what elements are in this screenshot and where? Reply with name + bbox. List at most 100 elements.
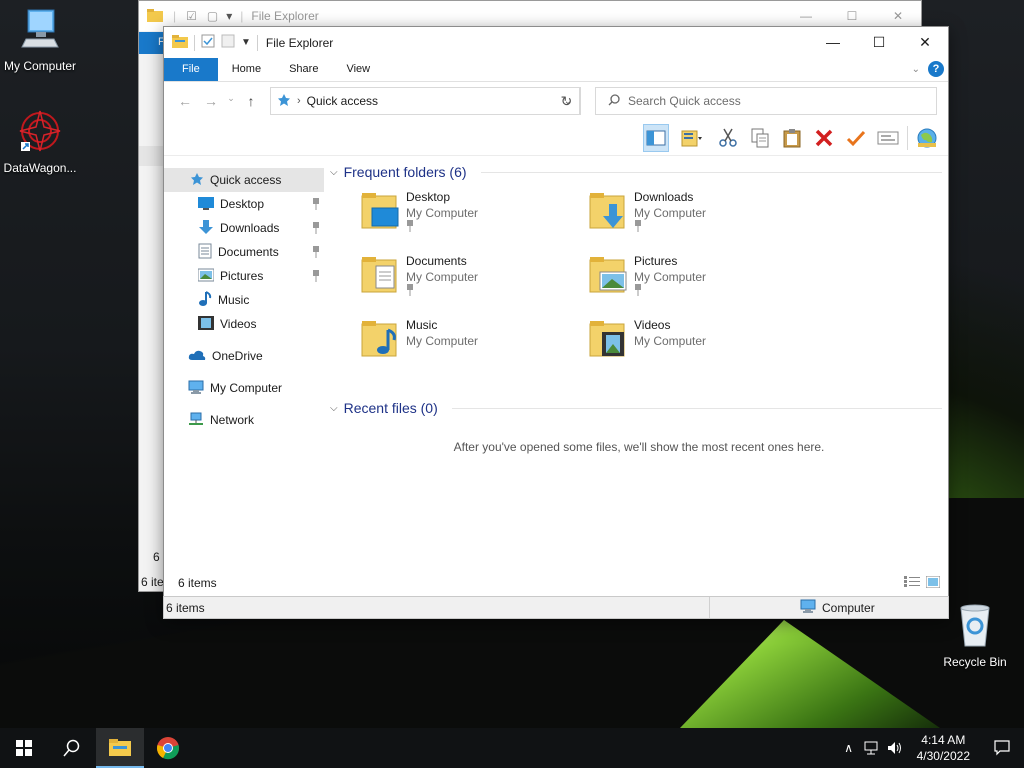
system-tray: ∧ 4:14 AM 4/30/2022 (839, 728, 1024, 768)
computer-icon (188, 380, 204, 397)
pin-icon[interactable] (312, 222, 320, 237)
help-icon[interactable]: ? (928, 61, 944, 77)
zone-label: Computer (822, 600, 875, 615)
paste-icon[interactable] (779, 124, 805, 152)
status-item-count: 6 ite (141, 575, 164, 589)
folder-icon (172, 34, 188, 51)
maximize-button[interactable]: ☐ (856, 27, 902, 57)
pin-icon[interactable] (406, 220, 478, 235)
frequent-folders-header[interactable]: ⌵ Frequent folders (6) (330, 160, 948, 184)
desktop-icon-label: Recycle Bin (943, 655, 1007, 669)
qat-dropdown-icon: ▾ (226, 9, 233, 23)
notifications-icon[interactable] (980, 740, 1024, 756)
file-explorer-window[interactable]: ▼ File Explorer — ☐ ✕ File Home Share Vi… (163, 26, 949, 619)
recent-locations-icon[interactable]: ⌄ (224, 93, 238, 109)
pin-icon[interactable] (312, 198, 320, 213)
nav-item-label: Music (218, 293, 250, 307)
nav-item-label: OneDrive (212, 349, 263, 363)
taskbar-file-explorer[interactable] (96, 728, 144, 768)
nav-item-music[interactable]: Music (164, 288, 324, 312)
quick-access-star-icon (190, 172, 204, 189)
network-globe-icon[interactable] (914, 124, 940, 152)
taskbar-chrome[interactable] (144, 728, 192, 768)
expand-ribbon-icon[interactable]: ⌄ (912, 64, 920, 75)
nav-item-documents[interactable]: Documents (164, 240, 324, 264)
folder-item-downloads[interactable]: Downloads My Computer (588, 190, 816, 254)
network-status-icon[interactable] (859, 741, 883, 755)
computer-icon (0, 8, 80, 55)
tab-home[interactable]: Home (218, 58, 275, 81)
nav-item-label: Pictures (220, 269, 264, 283)
address-row: ← → ⌄ ↑ › Quick access ⌄ ↻ Search Quick … (164, 82, 948, 120)
cloud-icon (188, 349, 206, 364)
file-explorer-icon (109, 739, 131, 756)
tab-share[interactable]: Share (275, 58, 332, 81)
tab-file[interactable]: File (164, 58, 218, 81)
recent-files-header[interactable]: ⌵ Recent files (0) (330, 396, 948, 420)
back-button[interactable]: ← (172, 93, 198, 109)
close-button[interactable]: ✕ (902, 27, 948, 57)
large-icons-view-icon[interactable] (925, 575, 941, 591)
ribbon-tabs: File Home Share View ⌄ ? (164, 58, 948, 82)
copy-icon[interactable] (747, 124, 773, 152)
start-button[interactable] (0, 728, 48, 768)
pin-icon[interactable] (406, 284, 478, 299)
status-item-count: 6 items (178, 576, 217, 590)
nav-item-my-computer[interactable]: My Computer (164, 376, 324, 400)
properties-icon[interactable] (201, 34, 215, 51)
folder-item-videos[interactable]: Videos My Computer (588, 318, 816, 382)
nav-item-onedrive[interactable]: OneDrive (164, 344, 324, 368)
folder-location: My Computer (634, 206, 707, 220)
desktop-folder-icon (198, 196, 214, 213)
nav-item-pictures[interactable]: Pictures (164, 264, 324, 288)
minimize-button[interactable]: — (810, 27, 856, 57)
folder-name: Music (406, 318, 438, 332)
volume-icon[interactable] (883, 741, 907, 755)
nav-item-videos[interactable]: Videos (164, 312, 324, 336)
breadcrumb-location[interactable]: Quick access (307, 94, 378, 108)
layout-button[interactable] (675, 124, 709, 152)
folder-item-pictures[interactable]: Pictures My Computer (588, 254, 816, 318)
nav-item-desktop[interactable]: Desktop (164, 192, 324, 216)
title-bar[interactable]: ▼ File Explorer — ☐ ✕ (164, 27, 948, 58)
refresh-button[interactable]: ↻ (553, 87, 581, 115)
forward-button[interactable]: → (198, 93, 224, 109)
navigation-pane-button[interactable] (643, 123, 669, 152)
folder-item-desktop[interactable]: Desktop My Computer (360, 190, 588, 254)
folder-name: Videos (634, 318, 671, 332)
content-pane: ⌵ Frequent folders (6) Desktop My Compute… (324, 156, 948, 571)
nav-item-network[interactable]: Network (164, 408, 324, 432)
search-button[interactable] (48, 728, 96, 768)
delete-icon[interactable] (811, 124, 837, 152)
show-hidden-icons-icon[interactable]: ∧ (839, 741, 859, 755)
details-view-icon[interactable] (904, 576, 920, 591)
desktop-icon-my-computer[interactable]: My Computer (0, 8, 80, 73)
nav-item-label: Network (210, 413, 255, 427)
checkmark-icon[interactable] (843, 124, 869, 152)
pin-icon[interactable] (312, 246, 320, 261)
nav-item-label: Quick access (210, 173, 282, 187)
pin-icon[interactable] (634, 220, 706, 235)
clock[interactable]: 4:14 AM 4/30/2022 (907, 732, 980, 764)
pin-icon[interactable] (634, 284, 706, 299)
cut-icon[interactable] (715, 124, 741, 152)
pin-icon[interactable] (312, 270, 320, 285)
folder-name: Documents (406, 254, 467, 268)
download-arrow-icon (198, 219, 214, 238)
tab-view[interactable]: View (332, 58, 384, 81)
qat-dropdown-icon[interactable]: ▼ (241, 37, 251, 48)
folder-item-documents[interactable]: Documents My Computer (360, 254, 588, 318)
desktop-icon-datawagon[interactable]: DataWagon... (0, 108, 80, 175)
rename-icon[interactable] (875, 124, 901, 152)
frequent-folders-grid: Desktop My Computer Downloads My Computer … (330, 190, 948, 382)
search-placeholder: Search Quick access (628, 94, 741, 108)
nav-item-downloads[interactable]: Downloads (164, 216, 324, 240)
nav-item-quick-access[interactable]: Quick access (164, 168, 324, 192)
address-bar[interactable]: › Quick access ⌄ (270, 87, 580, 115)
search-input[interactable]: Search Quick access (595, 87, 937, 115)
file-tab[interactable]: F (139, 32, 165, 54)
folder-name: Desktop (406, 190, 451, 204)
up-button[interactable]: ↑ (238, 93, 264, 109)
folder-item-music[interactable]: Music My Computer (360, 318, 588, 382)
new-folder-icon[interactable] (221, 34, 235, 51)
